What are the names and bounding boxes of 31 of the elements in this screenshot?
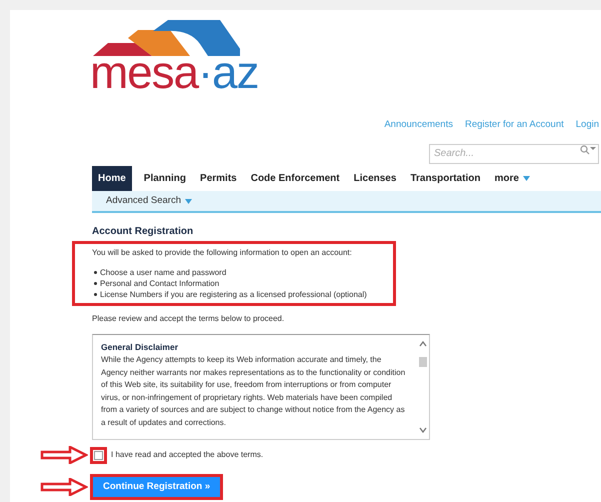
bullet-icon — [94, 271, 97, 274]
search-field[interactable]: Search... — [429, 144, 599, 164]
nav-tab[interactable]: Transportation — [408, 166, 482, 192]
nav-tab[interactable]: Licenses — [352, 166, 398, 192]
bullet-icon — [94, 282, 97, 286]
nav-tab[interactable]: more — [492, 166, 532, 192]
section-heading: Account Registration — [92, 225, 194, 240]
scroll-up-icon[interactable] — [419, 341, 427, 348]
requirement-item: Personal and Contact Information — [100, 278, 220, 290]
terms-text: While the Agency attempts to keep its Web information accurate and timely, the Agency neither warrants nor makes representations as to the functionality or condition of this Web site, its suitability for use, freedom from interruptions or from computer virus, or non-infringement of proprietary rights. Web materials have been compiled from a variety of sources and are subject to change without notice from the Agency as a result of updates and corrections. — [101, 354, 406, 429]
bullet-icon — [94, 293, 97, 296]
arrow-icon — [40, 478, 88, 496]
nav-tab[interactable]: Code Enforcement — [248, 166, 342, 192]
terms-title: General Disclaimer — [101, 341, 178, 354]
nav-tab[interactable]: Home — [92, 166, 132, 192]
caret-icon — [185, 198, 192, 204]
scroll-down-icon[interactable] — [419, 427, 427, 434]
nav-tab[interactable]: Planning — [142, 166, 188, 192]
nav-tab[interactable]: Permits — [198, 166, 239, 192]
requirement-item: Choose a user name and password — [100, 267, 226, 278]
instruction-text: Please review and accept the terms below to proceed. — [92, 313, 284, 326]
scrollbar-thumb[interactable] — [419, 357, 427, 368]
logo-suffix: ·az — [198, 52, 258, 92]
search-icon[interactable] — [580, 145, 596, 156]
accept-checkbox[interactable] — [94, 450, 103, 460]
requirement-item: License Numbers if you are registering as a licensed professional (optional) — [100, 289, 367, 300]
logo-wordmark: mesa — [90, 52, 198, 92]
accept-label: I have read and accepted the above terms. — [111, 449, 264, 462]
advanced-search-link[interactable]: Advanced Search — [106, 194, 192, 208]
intro-text: You will be asked to provide the following information to open an account: — [92, 247, 353, 260]
arrow-icon — [40, 446, 88, 464]
